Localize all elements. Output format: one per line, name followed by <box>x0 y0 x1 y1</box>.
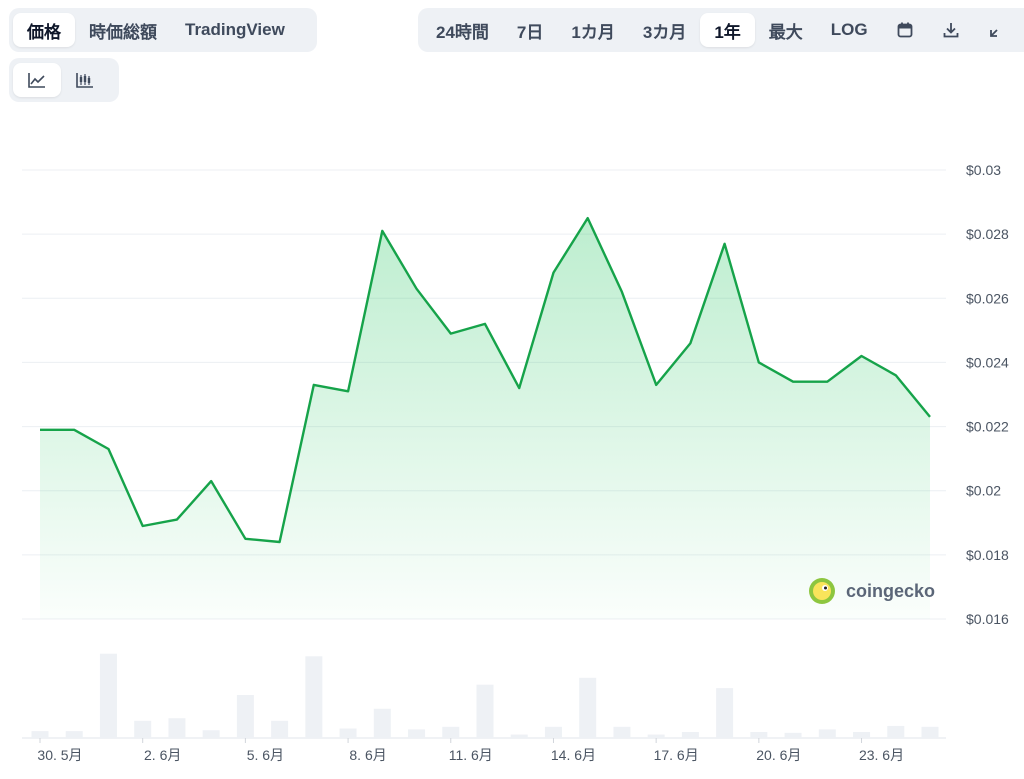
volume-bar <box>373 708 391 738</box>
volume-bar <box>579 677 597 738</box>
range-log[interactable]: LOG <box>817 13 882 47</box>
volume-bar <box>442 726 460 738</box>
volume-bar <box>544 726 562 738</box>
y-tick-label: $0.018 <box>966 547 1009 563</box>
y-tick-label: $0.024 <box>966 354 1009 370</box>
volume-bar <box>202 730 220 738</box>
range-7d[interactable]: 7日 <box>503 13 557 47</box>
volume-bar <box>921 726 939 738</box>
calendar-icon[interactable] <box>882 13 928 47</box>
price-chart: $0.03 $0.028 $0.026 $0.024 $0.022 $0.02 $0.018… <box>22 162 1009 763</box>
range-1y[interactable]: 1年 <box>700 13 755 47</box>
y-tick-label: $0.016 <box>966 611 1009 627</box>
y-tick-label: $0.03 <box>966 162 1001 178</box>
x-tick-label: 17. 6月 <box>654 747 699 763</box>
volume-bar <box>65 731 83 738</box>
volume-bar <box>853 731 871 738</box>
view-tab-group: 価格 時価総額 TradingView <box>9 8 317 52</box>
y-tick-label: $0.028 <box>966 226 1009 242</box>
time-range-group: 24時間 7日 1カ月 3カ月 1年 最大 LOG <box>418 8 1024 52</box>
volume-bar <box>818 729 836 738</box>
x-tick-label: 30. 5月 <box>37 747 82 763</box>
tab-price[interactable]: 価格 <box>13 13 75 47</box>
volume-bar <box>134 720 152 738</box>
range-3m[interactable]: 3カ月 <box>629 13 700 47</box>
volume-bar <box>408 729 426 738</box>
volume-bar <box>168 718 186 738</box>
y-tick-label: $0.026 <box>966 290 1009 306</box>
volume-bar <box>339 728 357 738</box>
candlestick-icon[interactable] <box>61 63 109 97</box>
volume-bar <box>887 725 905 738</box>
range-max[interactable]: 最大 <box>755 13 817 47</box>
y-tick-label: $0.02 <box>966 483 1001 499</box>
range-24h[interactable]: 24時間 <box>422 13 503 47</box>
volume-bar <box>236 695 254 738</box>
watermark-text: coingecko <box>846 581 935 601</box>
x-tick-label: 11. 6月 <box>449 747 493 763</box>
volume-bar <box>750 731 768 738</box>
volume-bar <box>784 732 802 738</box>
volume-bar <box>613 726 631 738</box>
volume-bar <box>99 653 117 738</box>
volume-bar <box>476 684 494 738</box>
volume-bar <box>510 734 528 738</box>
volume-bar <box>716 688 734 738</box>
coingecko-watermark: coingecko <box>809 578 935 604</box>
x-tick-label: 8. 6月 <box>349 747 386 763</box>
download-icon[interactable] <box>928 13 974 47</box>
volume-bar <box>681 731 699 738</box>
volume-bar <box>305 656 323 738</box>
x-tick-label: 2. 6月 <box>144 747 181 763</box>
x-tick-label: 14. 6月 <box>551 747 596 763</box>
line-chart-icon[interactable] <box>13 63 61 97</box>
volume-bar <box>647 734 665 738</box>
y-tick-label: $0.022 <box>966 419 1009 435</box>
expand-icon[interactable] <box>974 13 1020 47</box>
volume-bar <box>31 731 49 738</box>
tab-tradingview[interactable]: TradingView <box>171 13 299 47</box>
price-area <box>40 218 930 619</box>
x-tick-label: 20. 6月 <box>756 747 801 763</box>
volume-bar <box>271 720 289 738</box>
tab-market-cap[interactable]: 時価総額 <box>75 13 171 47</box>
x-tick-label: 5. 6月 <box>247 747 284 763</box>
range-1m[interactable]: 1カ月 <box>557 13 628 47</box>
chart-type-group <box>9 58 119 102</box>
x-tick-label: 23. 6月 <box>859 747 904 763</box>
